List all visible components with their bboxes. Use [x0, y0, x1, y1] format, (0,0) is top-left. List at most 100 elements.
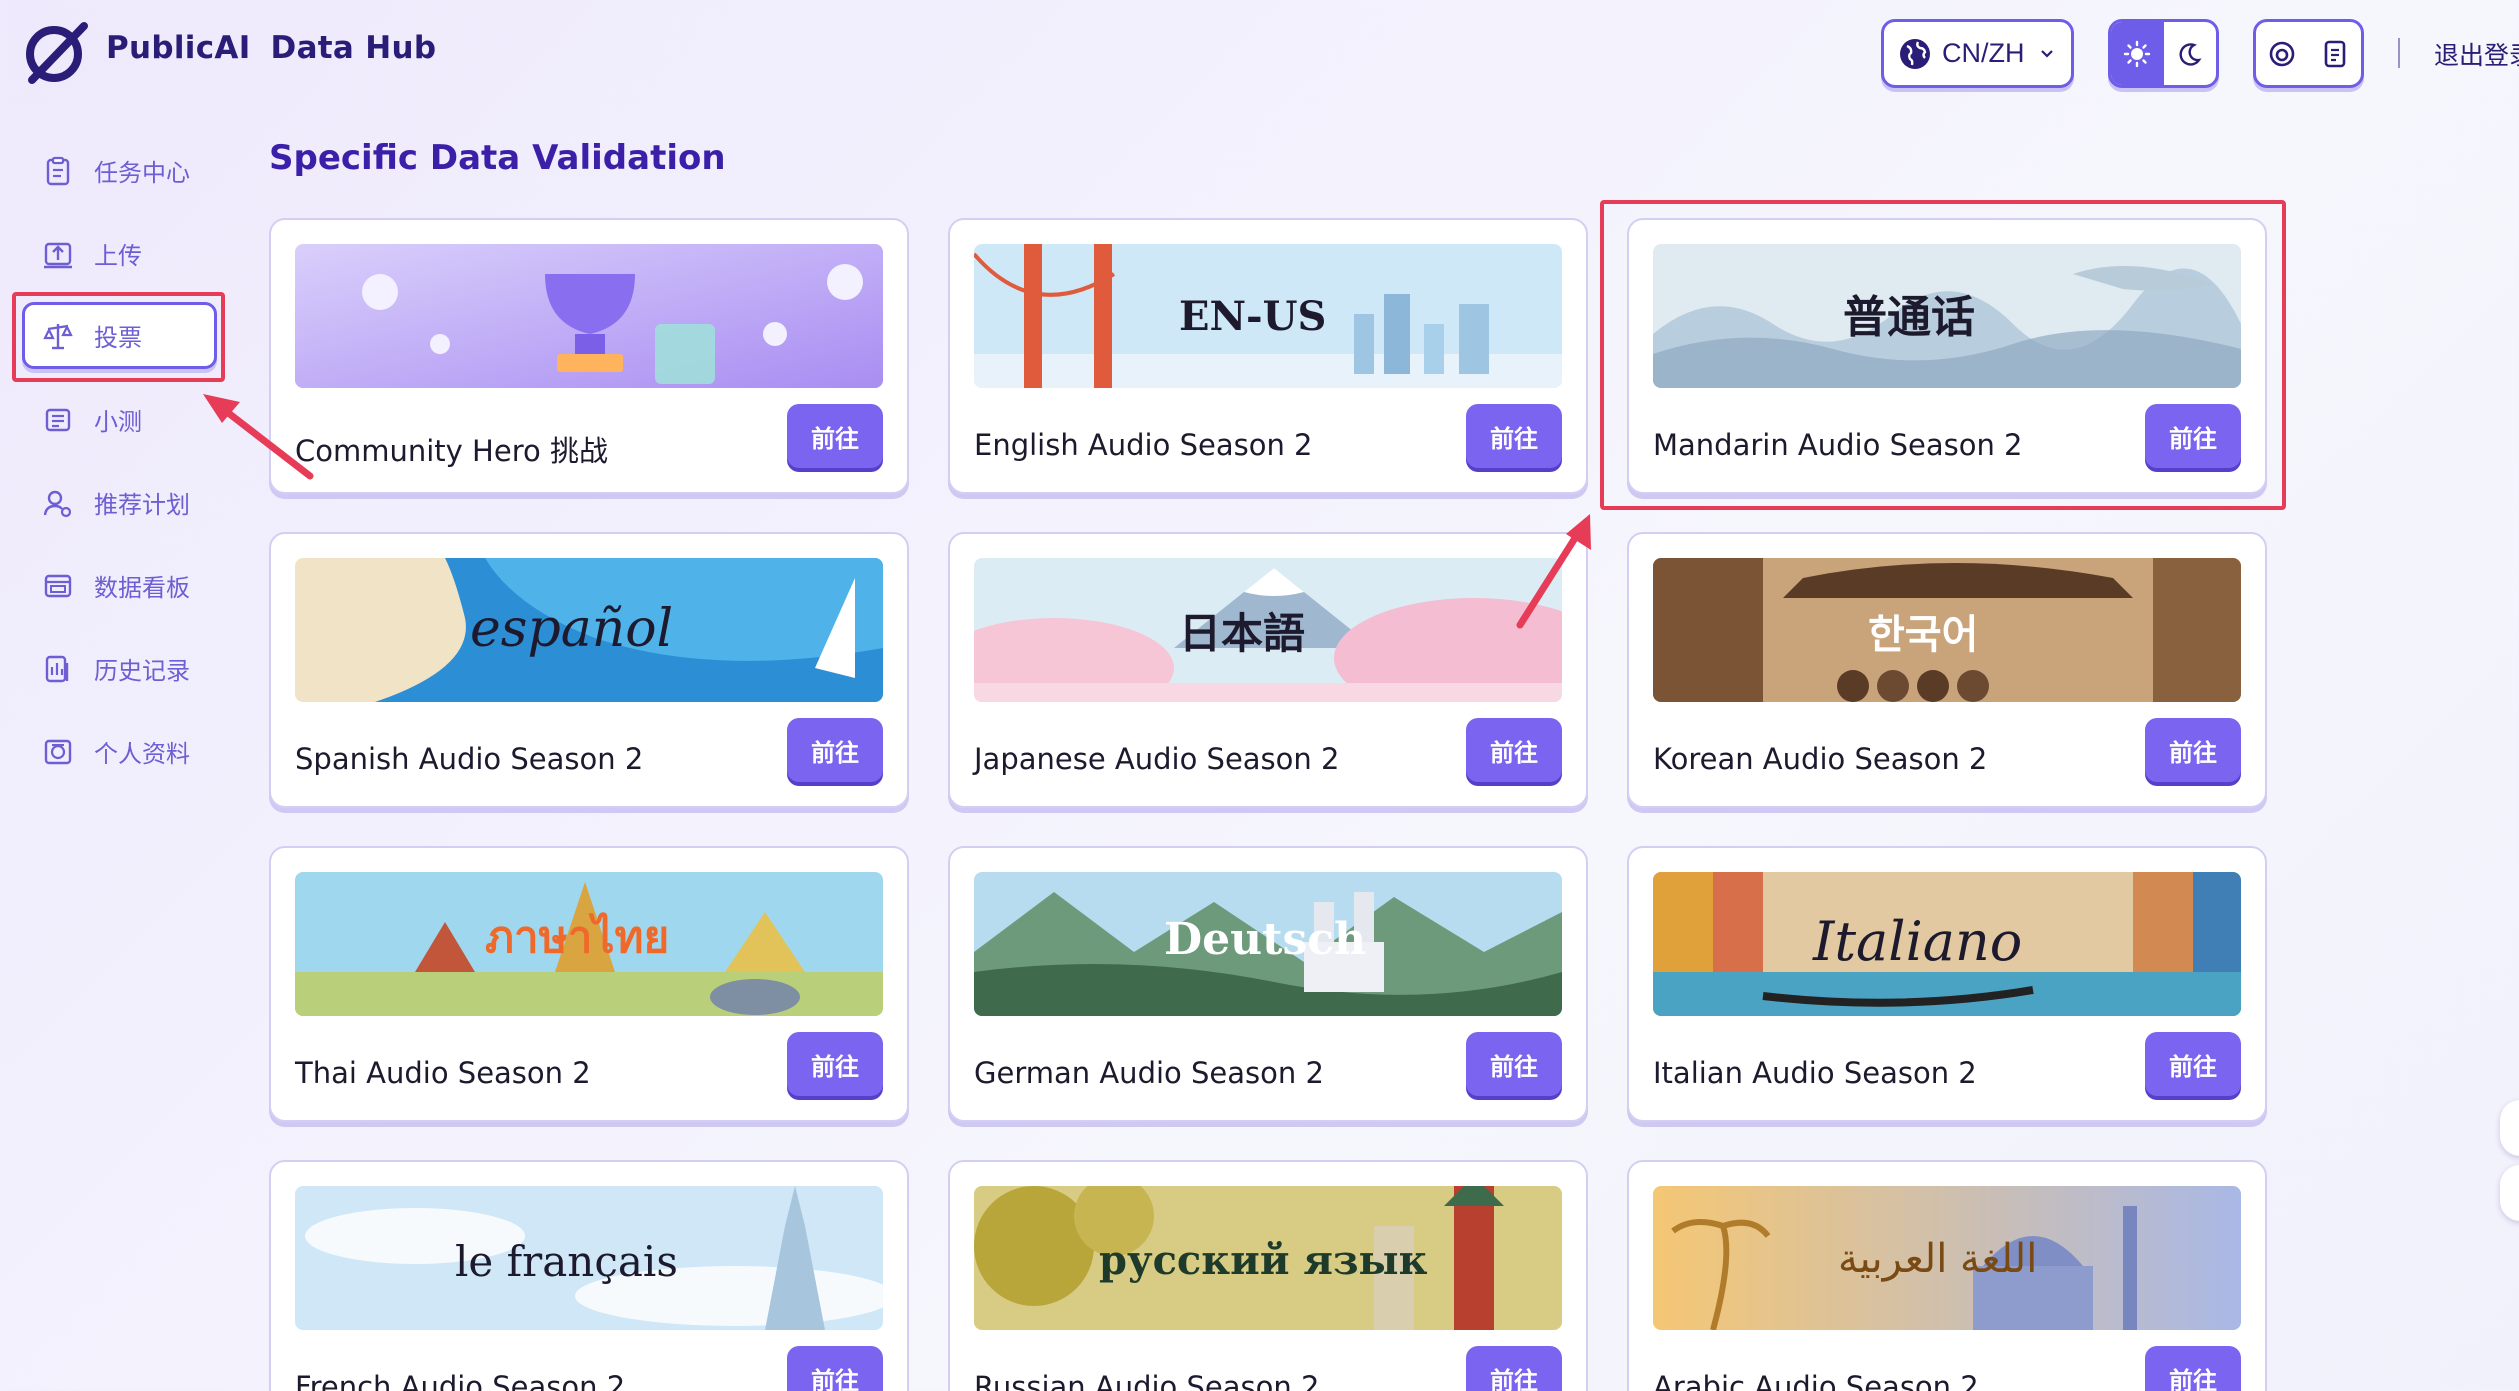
task-card[interactable]: 한국어 Korean Audio Season 2 前往 — [1627, 532, 2267, 808]
card-title: Italian Audio Season 2 — [1653, 1056, 1977, 1090]
quiz-icon — [45, 408, 71, 431]
card-banner-russian: русский язык — [974, 1186, 1562, 1330]
banner-text: 한국어 — [1868, 611, 1978, 658]
card-banner-japanese: 日本語 — [974, 558, 1562, 702]
page-title: Specific Data Validation — [269, 138, 726, 178]
sidebar-item-label: 数据看板 — [94, 574, 190, 602]
moon-icon — [2179, 42, 2202, 66]
banner-text: 日本語 — [1179, 609, 1305, 658]
card-title: Community Hero 挑战 — [295, 434, 608, 468]
history-icon — [45, 655, 69, 682]
document-icon — [2324, 40, 2346, 67]
brand-name: PublicAI — [106, 30, 251, 66]
banner-text: اللغة العربية — [1838, 1236, 2037, 1282]
banner-text: EN-US — [1179, 293, 1326, 340]
language-selector[interactable]: CN/ZH — [1881, 19, 2074, 88]
go-button[interactable]: 前往 — [1466, 1346, 1562, 1391]
task-card[interactable]: اللغة العربية Arabic Audio Season 2 前往 — [1627, 1160, 2267, 1391]
card-title: Arabic Audio Season 2 — [1653, 1370, 1979, 1391]
chevron-down-icon — [2040, 49, 2053, 58]
banner-text: Italiano — [1812, 910, 2022, 973]
theme-toggle[interactable] — [2108, 19, 2219, 88]
highlight-box-mandarin — [1600, 200, 2286, 510]
task-card[interactable]: 日本語 Japanese Audio Season 2 前往 — [948, 532, 1588, 808]
sidebar-item-label: 任务中心 — [94, 159, 190, 187]
sidebar-item-label: 历史记录 — [94, 657, 190, 685]
publicai-logo — [26, 22, 88, 84]
light-mode-button[interactable] — [2111, 22, 2164, 85]
banner-text: русский язык — [1099, 1237, 1428, 1284]
sidebar-item-profile[interactable]: 个人资料 — [22, 718, 217, 785]
dark-mode-button[interactable] — [2164, 22, 2217, 85]
go-button[interactable]: 前往 — [787, 404, 883, 468]
upload-icon — [44, 242, 72, 268]
card-banner-thai: ภาษาไทย — [295, 872, 883, 1016]
task-card[interactable]: русский язык Russian Audio Season 2 前往 — [948, 1160, 1588, 1391]
profile-icon — [44, 739, 72, 764]
task-card[interactable]: ภาษาไทย Thai Audio Season 2 前往 — [269, 846, 909, 1122]
logout-link[interactable]: 退出登录 — [2434, 36, 2519, 72]
task-card[interactable]: le français French Audio Season 2 前往 — [269, 1160, 909, 1391]
banner-text: Deutsch — [1164, 914, 1366, 965]
card-banner-spanish: español — [295, 558, 883, 702]
sidebar-item-label: 个人资料 — [94, 740, 190, 768]
card-banner-english: EN-US — [974, 244, 1562, 388]
card-title: Thai Audio Season 2 — [295, 1056, 591, 1090]
task-card[interactable]: español Spanish Audio Season 2 前往 — [269, 532, 909, 808]
sidebar-item-label: 推荐计划 — [94, 491, 190, 519]
go-button[interactable]: 前往 — [2145, 1032, 2241, 1096]
brand-subtitle: Data Hub — [270, 30, 437, 66]
card-banner-italian: Italiano — [1653, 872, 2241, 1016]
task-card[interactable]: EN-US English Audio Season 2 前往 — [948, 218, 1588, 494]
clipboard-icon — [46, 156, 70, 185]
card-title: German Audio Season 2 — [974, 1056, 1324, 1090]
go-button[interactable]: 前往 — [1466, 718, 1562, 782]
sidebar-item-label: 上传 — [94, 242, 142, 270]
header-tools — [2253, 19, 2364, 88]
sidebar-item-upload[interactable]: 上传 — [22, 220, 217, 287]
card-banner-korean: 한국어 — [1653, 558, 2241, 702]
card-banner-arabic: اللغة العربية — [1653, 1186, 2241, 1330]
highlight-box-vote — [12, 292, 225, 382]
floating-side-button[interactable] — [2500, 1165, 2519, 1221]
go-button[interactable]: 前往 — [1466, 1032, 1562, 1096]
sun-icon — [2124, 40, 2151, 67]
task-card[interactable]: Deutsch German Audio Season 2 前往 — [948, 846, 1588, 1122]
support-button[interactable] — [2256, 22, 2309, 85]
header-divider — [2398, 38, 2400, 68]
headset-icon — [2269, 41, 2295, 66]
go-button[interactable]: 前往 — [2145, 1346, 2241, 1391]
go-button[interactable]: 前往 — [787, 1346, 883, 1391]
globe-icon — [1900, 38, 1930, 69]
card-title: English Audio Season 2 — [974, 428, 1313, 462]
sidebar-item-label: 小测 — [94, 408, 142, 436]
card-title: Russian Audio Season 2 — [974, 1370, 1320, 1391]
sidebar-item-task-center[interactable]: 任务中心 — [22, 137, 217, 204]
banner-text: español — [470, 599, 673, 659]
brand-title: PublicAI Data Hub — [106, 30, 436, 66]
go-button[interactable]: 前往 — [787, 718, 883, 782]
sidebar-item-dashboard[interactable]: 数据看板 — [22, 552, 217, 619]
sidebar-item-quiz[interactable]: 小测 — [22, 386, 217, 453]
go-button[interactable]: 前往 — [787, 1032, 883, 1096]
referral-icon — [43, 490, 72, 517]
card-banner-community-hero — [295, 244, 883, 388]
floating-side-button[interactable] — [2500, 1100, 2519, 1156]
language-label: CN/ZH — [1942, 38, 2025, 68]
card-title: Korean Audio Season 2 — [1653, 742, 1988, 776]
docs-button[interactable] — [2309, 22, 2362, 85]
sidebar-item-history[interactable]: 历史记录 — [22, 635, 217, 702]
task-card[interactable]: Italiano Italian Audio Season 2 前往 — [1627, 846, 2267, 1122]
card-title: Japanese Audio Season 2 — [974, 742, 1340, 776]
card-banner-german: Deutsch — [974, 872, 1562, 1016]
go-button[interactable]: 前往 — [2145, 718, 2241, 782]
task-card[interactable]: Community Hero 挑战 前往 — [269, 218, 909, 494]
sidebar-item-referral[interactable]: 推荐计划 — [22, 469, 217, 536]
dashboard-icon — [44, 574, 72, 597]
go-button[interactable]: 前往 — [1466, 404, 1562, 468]
card-title: French Audio Season 2 — [295, 1370, 626, 1391]
card-title: Spanish Audio Season 2 — [295, 742, 644, 776]
banner-text: le français — [455, 1237, 678, 1286]
card-banner-french: le français — [295, 1186, 883, 1330]
banner-text: ภาษาไทย — [485, 911, 669, 963]
